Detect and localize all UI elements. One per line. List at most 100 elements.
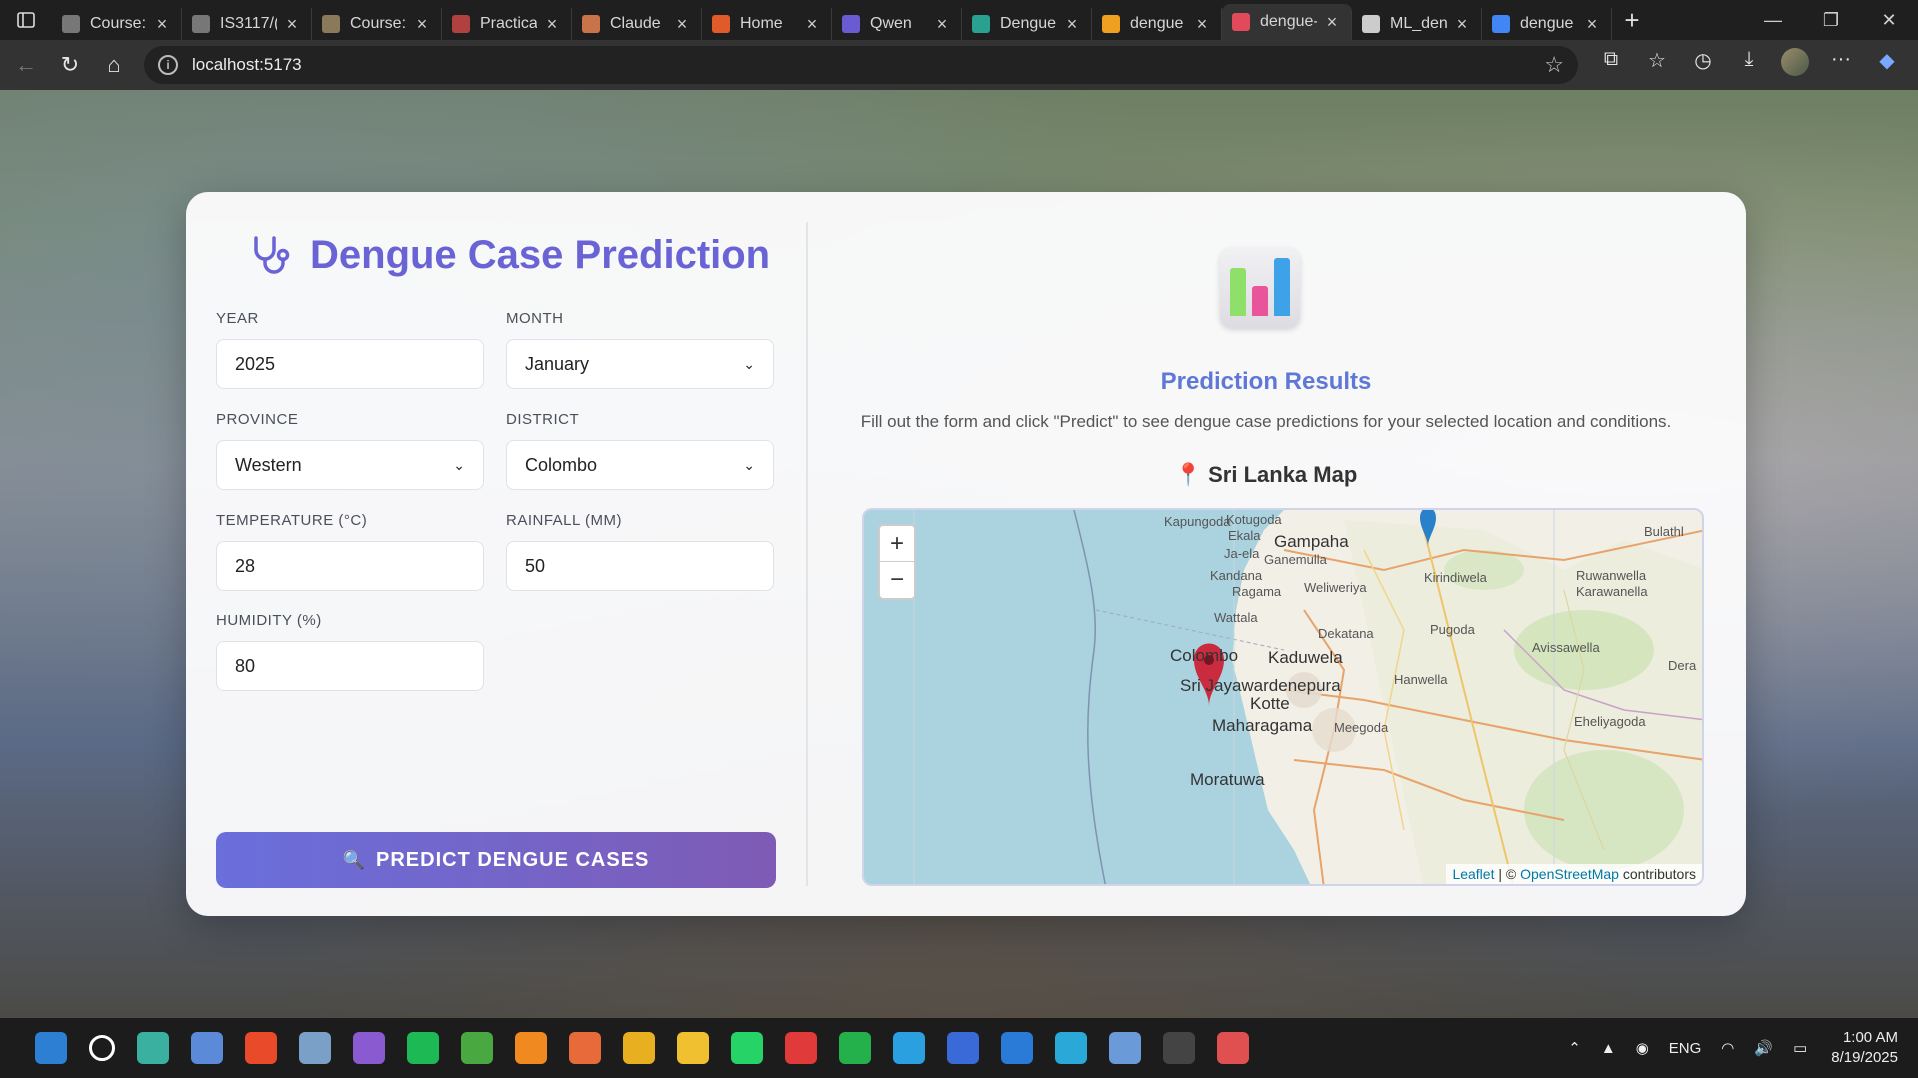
humidity-input[interactable]: 80	[216, 641, 484, 691]
tab-close-icon[interactable]: ×	[543, 14, 561, 35]
edge-icon[interactable]	[1055, 1032, 1087, 1064]
tab-close-icon[interactable]: ×	[1583, 14, 1601, 35]
github-desktop-icon[interactable]	[353, 1032, 385, 1064]
tab-close-icon[interactable]: ×	[153, 14, 171, 35]
history-icon[interactable]: ◷	[1680, 48, 1726, 82]
osm-link[interactable]: OpenStreetMap	[1520, 866, 1619, 882]
tab-actions-button[interactable]	[0, 0, 52, 40]
month-select[interactable]: January ⌄	[506, 339, 774, 389]
month-field: MONTH January ⌄	[506, 310, 774, 389]
tab-close-icon[interactable]: ×	[1453, 14, 1471, 35]
site-info-icon[interactable]: i	[158, 55, 178, 75]
language-indicator[interactable]: ENG	[1669, 1040, 1702, 1057]
drive-icon[interactable]: ▲	[1601, 1040, 1616, 1057]
map-place-label: Bulathl	[1644, 524, 1684, 539]
clock[interactable]: 1:00 AM 8/19/2025	[1831, 1028, 1898, 1068]
browser-tab[interactable]: Course: ×	[312, 8, 442, 40]
temperature-input[interactable]: 28	[216, 541, 484, 591]
new-tab-button[interactable]: +	[1612, 5, 1652, 36]
clock-app-icon[interactable]: ◉	[1636, 1039, 1649, 1057]
spotify-icon[interactable]	[407, 1032, 439, 1064]
copilot-icon[interactable]: ◆	[1864, 48, 1910, 82]
tab-close-icon[interactable]: ×	[1193, 14, 1211, 35]
district-select[interactable]: Colombo ⌄	[506, 440, 774, 490]
url-bar[interactable]: i localhost:5173 ☆	[144, 46, 1578, 84]
tab-strip: Course: × IS3117/(× Course: × Practical × Claud…	[52, 0, 1612, 40]
start-icon[interactable]	[35, 1032, 67, 1064]
favorites-icon[interactable]: ☆	[1634, 48, 1680, 82]
tab-close-icon[interactable]: ×	[803, 14, 821, 35]
tab-label: Home	[740, 15, 783, 32]
map-place-label: Meegoda	[1334, 720, 1389, 735]
browser-tab[interactable]: Claude ×	[572, 8, 702, 40]
tab-label: Course:	[90, 15, 147, 32]
tab-favicon-icon	[582, 15, 600, 33]
vscode-icon[interactable]	[1001, 1032, 1033, 1064]
search-icon: 🔍	[342, 849, 367, 870]
microsoft-store-icon[interactable]	[245, 1032, 277, 1064]
tab-label: ML_den(	[1390, 15, 1447, 32]
home-icon[interactable]: ⌂	[92, 45, 136, 85]
sri-lanka-map[interactable]: + − Kapungoda Kotugoda Ekala Gampaha Bulathl…	[862, 508, 1704, 886]
widgets-icon[interactable]	[137, 1032, 169, 1064]
zoom-in-button[interactable]: +	[880, 526, 914, 562]
browser-tab[interactable]: dengue ×	[1092, 8, 1222, 40]
province-select[interactable]: Western ⌄	[216, 440, 484, 490]
wifi-icon[interactable]: ◠	[1721, 1039, 1734, 1057]
loader-app-icon[interactable]	[839, 1032, 871, 1064]
xampp-icon[interactable]	[569, 1032, 601, 1064]
more-menu-icon[interactable]: ···	[1818, 48, 1864, 82]
virtualbox-icon[interactable]	[299, 1032, 331, 1064]
district-value: Colombo	[525, 454, 598, 475]
browser-tab[interactable]: dengue- ×	[1222, 4, 1352, 40]
leaflet-link[interactable]: Leaflet	[1452, 866, 1494, 882]
vlc-icon[interactable]	[515, 1032, 547, 1064]
tab-close-icon[interactable]: ×	[283, 14, 301, 35]
terminal-icon[interactable]	[1163, 1032, 1195, 1064]
r-app-icon[interactable]	[191, 1032, 223, 1064]
search-icon[interactable]	[89, 1035, 115, 1061]
profile-avatar[interactable]	[1772, 48, 1818, 82]
intellij-icon[interactable]	[947, 1032, 979, 1064]
image-viewer-icon[interactable]	[1109, 1032, 1141, 1064]
whatsapp-icon[interactable]	[731, 1032, 763, 1064]
back-icon[interactable]: ←	[4, 45, 48, 85]
chevron-up-icon[interactable]: ⌃	[1568, 1039, 1581, 1057]
tab-close-icon[interactable]: ×	[933, 14, 951, 35]
close-window-icon[interactable]: ✕	[1860, 10, 1918, 31]
browser-tab[interactable]: Qwen ×	[832, 8, 962, 40]
minimize-icon[interactable]: —	[1744, 10, 1802, 31]
tab-close-icon[interactable]: ×	[413, 14, 431, 35]
year-input[interactable]: 2025	[216, 339, 484, 389]
tab-close-icon[interactable]: ×	[673, 14, 691, 35]
rainfall-input[interactable]: 50	[506, 541, 774, 591]
snipping-tool-icon[interactable]	[1217, 1032, 1249, 1064]
predict-button[interactable]: 🔍 PREDICT DENGUE CASES	[216, 832, 776, 888]
browser-tab[interactable]: Dengue ×	[962, 8, 1092, 40]
tab-close-icon[interactable]: ×	[1063, 14, 1081, 35]
volume-icon[interactable]: 🔊	[1754, 1039, 1773, 1057]
restore-icon[interactable]: ❐	[1802, 10, 1860, 31]
tab-label: Practical	[480, 15, 537, 32]
browser-tab[interactable]: Practical ×	[442, 8, 572, 40]
file-explorer-icon[interactable]	[677, 1032, 709, 1064]
tab-label: Qwen	[870, 15, 912, 32]
browser-tab[interactable]: dengue ×	[1482, 8, 1612, 40]
browser-tab[interactable]: Home ×	[702, 8, 832, 40]
youtube-icon[interactable]	[785, 1032, 817, 1064]
battery-icon[interactable]: ▭	[1793, 1039, 1807, 1057]
rainfall-label: RAINFALL (MM)	[506, 512, 622, 529]
browser-tab[interactable]: IS3117/(×	[182, 8, 312, 40]
refresh-icon[interactable]: ↻	[48, 45, 92, 85]
favorite-star-icon[interactable]: ☆	[1544, 52, 1564, 78]
browser-tab[interactable]: ML_den( ×	[1352, 8, 1482, 40]
chrome-icon[interactable]	[623, 1032, 655, 1064]
extensions-icon[interactable]: ⧉	[1588, 48, 1634, 82]
tab-close-icon[interactable]: ×	[1323, 12, 1341, 33]
utorrent-icon[interactable]	[461, 1032, 493, 1064]
zoom-out-button[interactable]: −	[880, 562, 914, 598]
browser-tab[interactable]: Course: ×	[52, 8, 182, 40]
telegram-icon[interactable]	[893, 1032, 925, 1064]
tab-actions-icon	[17, 12, 35, 28]
downloads-icon[interactable]: ⤓	[1726, 48, 1772, 82]
